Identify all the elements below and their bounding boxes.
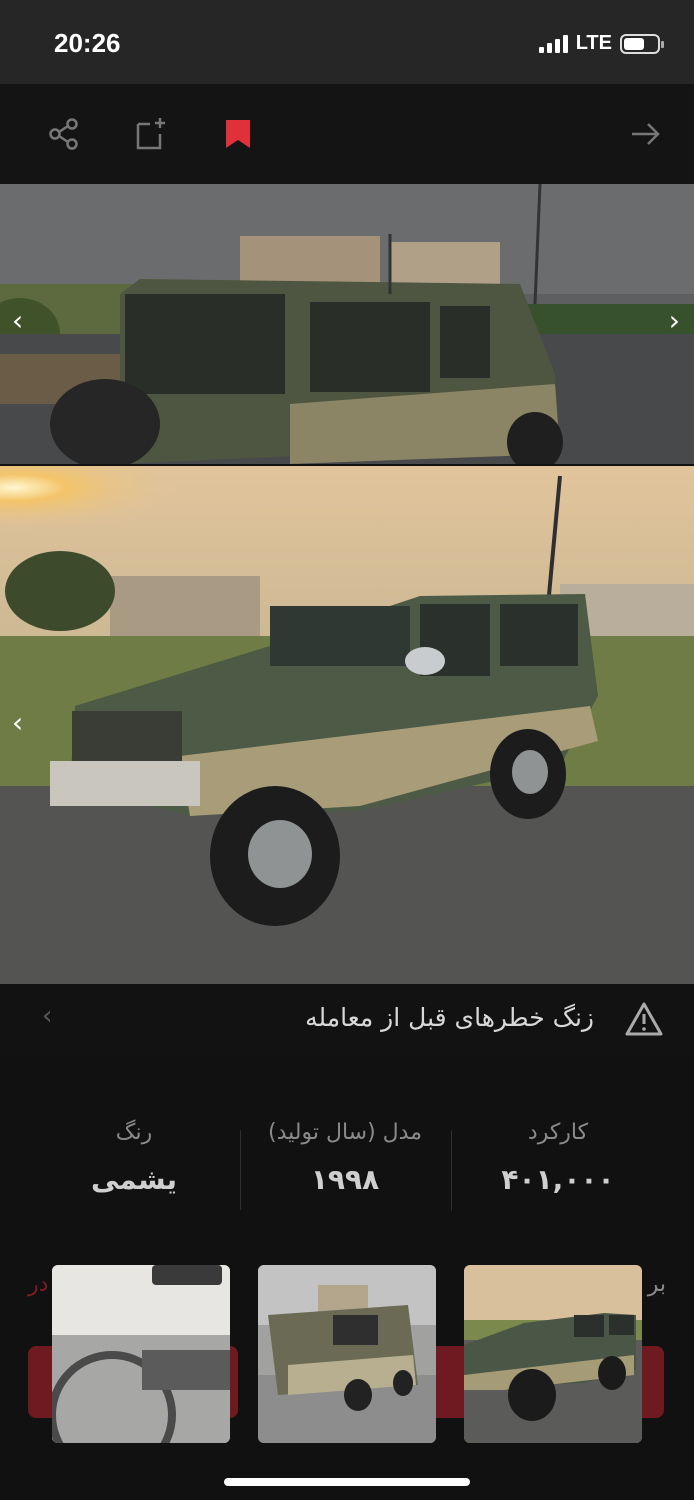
gallery-prev-icon-2[interactable]: ‹ <box>12 706 23 739</box>
spec-label: کارکرد <box>527 1120 589 1145</box>
spec-model-year: مدل (سال تولید) ۱۹۹۸ <box>245 1090 445 1196</box>
spec-section: کارکرد ۴۰۱,۰۰۰ مدل (سال تولید) ۱۹۹۸ رنگ … <box>0 1090 694 1240</box>
partial-link-text[interactable]: در <box>28 1272 48 1297</box>
spec-color: رنگ یشمی <box>34 1090 234 1196</box>
warning-icon <box>624 1001 664 1041</box>
status-bar: 20:26 LTE <box>0 0 694 84</box>
spec-value: ۴۰۱,۰۰۰ <box>501 1163 615 1196</box>
gallery-next-icon[interactable]: › <box>669 304 680 337</box>
home-indicator <box>224 1478 470 1486</box>
top-toolbar <box>0 84 694 184</box>
back-arrow-icon[interactable] <box>628 116 664 152</box>
bookmark-icon[interactable] <box>220 116 256 152</box>
add-note-icon[interactable] <box>132 116 168 152</box>
spec-label: رنگ <box>115 1120 153 1145</box>
status-indicators: LTE <box>538 32 664 55</box>
partial-text: بر <box>647 1272 666 1297</box>
network-label: LTE <box>575 32 612 54</box>
status-time: 20:26 <box>54 28 121 58</box>
spec-value: یشمی <box>90 1163 178 1196</box>
warning-text: زنگ خطرهای قبل از معامله <box>305 1003 594 1032</box>
signal-icon <box>538 34 568 53</box>
spec-label: مدل (سال تولید) <box>268 1120 422 1145</box>
spec-mileage: کارکرد ۴۰۱,۰۰۰ <box>458 1090 658 1196</box>
divider <box>240 1130 241 1210</box>
gallery-photo-1[interactable]: ‹ › <box>0 184 694 464</box>
warning-row[interactable]: ‹ زنگ خطرهای قبل از معامله <box>0 985 694 1055</box>
thumbnail-side[interactable] <box>464 1265 642 1443</box>
chevron-left-icon: ‹ <box>42 1001 53 1031</box>
gallery-prev-icon[interactable]: ‹ <box>12 304 23 337</box>
thumbnail-rear[interactable] <box>258 1265 436 1443</box>
spec-value: ۱۹۹۸ <box>310 1163 380 1196</box>
battery-icon <box>620 33 664 54</box>
share-icon[interactable] <box>46 116 82 152</box>
thumbnail-interior[interactable] <box>52 1265 230 1443</box>
gallery-photo-2[interactable]: ‹ <box>0 466 694 984</box>
divider <box>451 1130 452 1210</box>
